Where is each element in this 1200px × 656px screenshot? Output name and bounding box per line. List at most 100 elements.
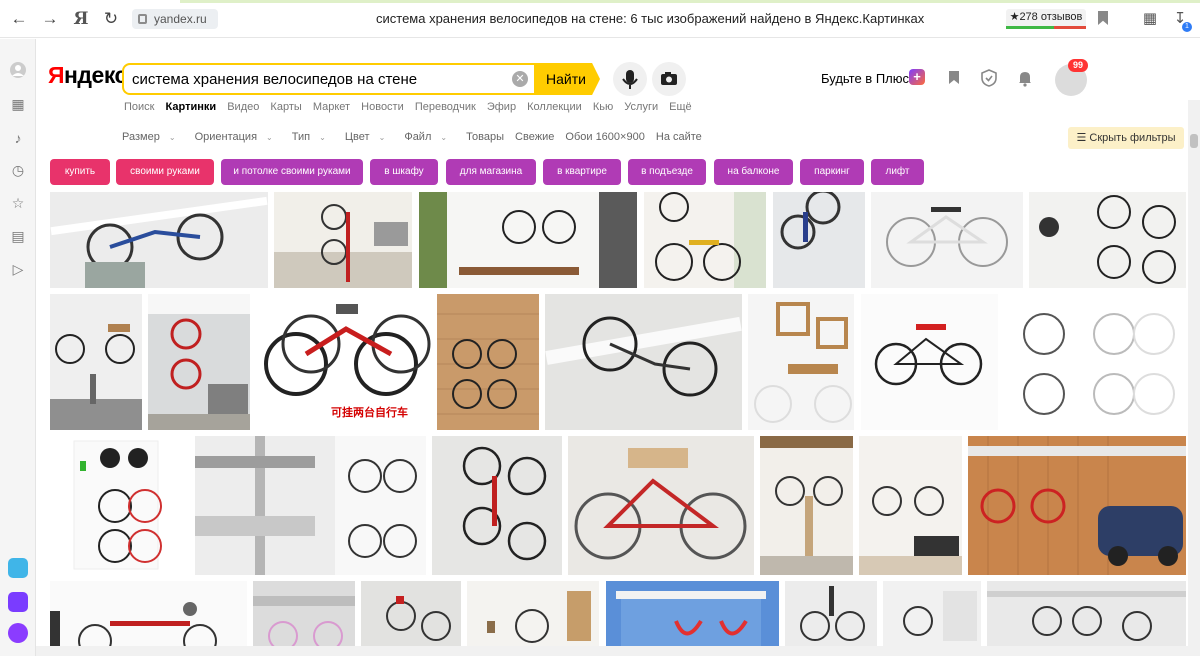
service-efir[interactable]: Эфир xyxy=(487,101,516,113)
horizontal-scrollbar[interactable] xyxy=(36,646,1188,656)
image-result[interactable] xyxy=(50,294,142,430)
service-market[interactable]: Маркет xyxy=(313,101,350,113)
scrollbar-thumb[interactable] xyxy=(1190,134,1198,148)
chip-kupit[interactable]: купить xyxy=(50,159,110,185)
image-result[interactable] xyxy=(968,436,1186,575)
translate-icon[interactable]: ▦ xyxy=(1140,9,1160,29)
image-result[interactable] xyxy=(50,192,268,288)
filter-file[interactable]: Файл ⌄ xyxy=(404,131,455,143)
filter-size[interactable]: Размер ⌄ xyxy=(122,131,184,143)
image-result[interactable] xyxy=(1004,294,1186,430)
filter-orientation-label: Ориентация xyxy=(194,131,258,143)
search-input[interactable] xyxy=(124,65,504,93)
filter-color[interactable]: Цвет ⌄ xyxy=(345,131,393,143)
image-result[interactable] xyxy=(883,581,981,646)
filter-wallpaper[interactable]: Обои 1600×900 xyxy=(565,131,644,143)
chip-parking[interactable]: паркинг xyxy=(800,159,864,185)
camera-icon[interactable] xyxy=(652,62,686,96)
lock-icon xyxy=(138,14,147,24)
services-nav: Поиск Картинки Видео Карты Маркет Новост… xyxy=(124,101,700,113)
image-result[interactable] xyxy=(545,294,742,430)
filter-orientation[interactable]: Ориентация ⌄ xyxy=(195,131,281,143)
service-uslugi[interactable]: Услуги xyxy=(624,101,658,113)
filter-fresh[interactable]: Свежие xyxy=(515,131,554,143)
image-result[interactable] xyxy=(50,436,189,575)
image-result[interactable] xyxy=(195,436,426,575)
image-result[interactable] xyxy=(419,192,637,288)
vertical-scrollbar[interactable] xyxy=(1188,100,1200,656)
profile-icon[interactable] xyxy=(9,61,27,79)
image-result[interactable] xyxy=(871,192,1023,288)
image-result[interactable] xyxy=(861,294,998,430)
address-bar[interactable]: yandex.ru xyxy=(132,9,218,29)
image-result[interactable] xyxy=(987,581,1186,646)
alice-icon[interactable] xyxy=(8,623,28,643)
image-result[interactable] xyxy=(467,581,599,646)
alice-app-icon[interactable] xyxy=(8,592,28,612)
collections-flag-icon[interactable] xyxy=(944,68,964,88)
image-result[interactable] xyxy=(432,436,562,575)
yandex-browser-logo[interactable]: Я xyxy=(70,8,92,30)
image-result[interactable] xyxy=(606,581,779,646)
image-result[interactable] xyxy=(748,294,854,430)
hide-filters-button[interactable]: ☰ Скрыть фильтры xyxy=(1068,127,1184,149)
plus-promo-link[interactable]: Будьте в Плюсе xyxy=(821,71,916,86)
back-arrow-icon[interactable]: ← xyxy=(8,8,30,30)
reload-icon[interactable]: ↻ xyxy=(100,8,122,30)
image-caption: 可挂两台自行车 xyxy=(331,407,408,419)
chip-v-podezde[interactable]: в подъезде xyxy=(628,159,706,185)
image-result[interactable] xyxy=(760,436,853,575)
yandex-logo[interactable]: Яндекс xyxy=(48,62,127,89)
image-result[interactable] xyxy=(148,294,250,430)
image-result[interactable] xyxy=(568,436,754,575)
microphone-icon[interactable] xyxy=(613,62,647,96)
star-icon[interactable]: ☆ xyxy=(9,194,27,212)
image-result[interactable] xyxy=(644,192,766,288)
chip-v-kvartire[interactable]: в квартире xyxy=(543,159,621,185)
chip-svoimi-rukami[interactable]: своими руками xyxy=(116,159,214,185)
play-icon[interactable]: ▷ xyxy=(9,260,27,278)
image-result[interactable] xyxy=(253,581,355,646)
chip-dlya-magazina[interactable]: для магазина xyxy=(446,159,536,185)
image-result[interactable] xyxy=(437,294,539,430)
service-more[interactable]: Ещё xyxy=(669,101,692,113)
image-result[interactable] xyxy=(50,581,247,646)
image-result[interactable] xyxy=(274,192,412,288)
bookmark-icon[interactable] xyxy=(1098,11,1108,25)
filter-type[interactable]: Тип ⌄ xyxy=(292,131,334,143)
image-result[interactable]: 可挂两台自行车 xyxy=(256,294,431,430)
bell-icon[interactable] xyxy=(1015,68,1035,88)
apps-grid-icon[interactable]: ▦ xyxy=(9,95,27,113)
image-result[interactable] xyxy=(859,436,962,575)
chip-v-shkafu[interactable]: в шкафу xyxy=(370,159,438,185)
forward-arrow-icon[interactable]: → xyxy=(39,8,61,30)
image-result[interactable] xyxy=(1029,192,1186,288)
service-q[interactable]: Кью xyxy=(593,101,613,113)
bell-icon[interactable]: ♪ xyxy=(9,129,27,147)
clear-icon[interactable]: ✕ xyxy=(512,71,528,87)
service-maps[interactable]: Карты xyxy=(270,101,301,113)
service-video[interactable]: Видео xyxy=(227,101,259,113)
service-translate[interactable]: Переводчик xyxy=(415,101,476,113)
image-result[interactable] xyxy=(785,581,877,646)
find-button[interactable]: Найти xyxy=(534,63,600,95)
browser-toolbar: ← → Я ↻ yandex.ru система хранения велос… xyxy=(0,0,1200,38)
service-images[interactable]: Картинки xyxy=(166,101,217,113)
image-result[interactable] xyxy=(361,581,461,646)
shield-icon[interactable] xyxy=(979,68,999,88)
service-news[interactable]: Новости xyxy=(361,101,404,113)
chip-lift[interactable]: лифт xyxy=(871,159,924,185)
service-collections[interactable]: Коллекции xyxy=(527,101,582,113)
messenger-icon[interactable] xyxy=(8,558,28,578)
service-search[interactable]: Поиск xyxy=(124,101,154,113)
filter-goods[interactable]: Товары xyxy=(466,131,504,143)
image-result[interactable] xyxy=(773,192,865,288)
history-icon[interactable]: ◷ xyxy=(9,161,27,179)
hide-filters-label: Скрыть фильтры xyxy=(1089,132,1176,144)
chip-potolke[interactable]: и потолке своими руками xyxy=(221,159,363,185)
chip-na-balkone[interactable]: на балконе xyxy=(714,159,793,185)
sliders-icon: ☰ xyxy=(1076,132,1087,144)
reviews-badge[interactable]: ★278 отзывов xyxy=(1006,9,1086,29)
filter-on-site[interactable]: На сайте xyxy=(656,131,702,143)
collections-icon[interactable]: ▤ xyxy=(9,227,27,245)
